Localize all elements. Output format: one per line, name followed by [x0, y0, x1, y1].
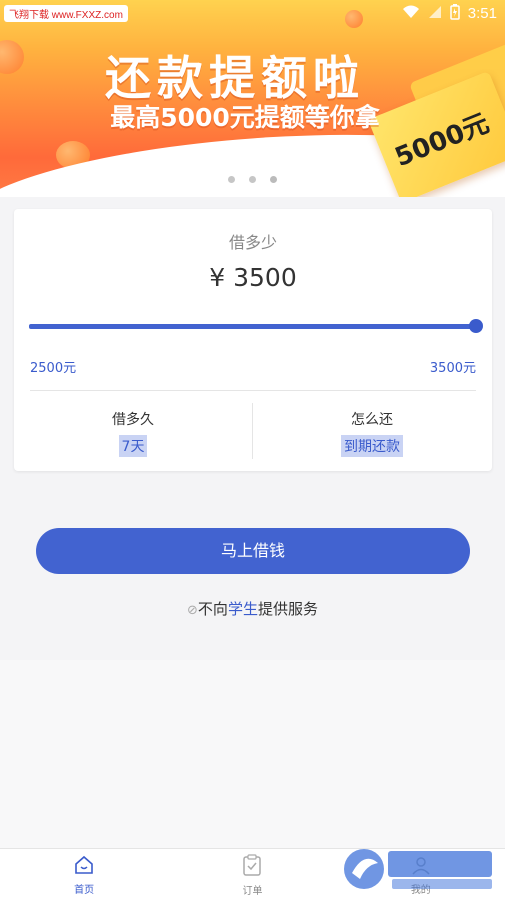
repay-method-selector[interactable]: 怎么还 到期还款 — [253, 409, 491, 457]
watermark-logo — [340, 843, 500, 893]
order-icon — [242, 853, 262, 880]
loan-amount: ¥ 3500 — [209, 263, 297, 292]
range-min-label: 2500元 — [30, 361, 77, 376]
carousel-indicator — [228, 176, 277, 183]
notice-suffix: 提供服务 — [257, 600, 318, 618]
range-max-label: 3500元 — [429, 361, 476, 376]
carousel-dot[interactable] — [228, 176, 235, 183]
divider — [30, 390, 476, 391]
prohibited-icon: ⊘ — [187, 603, 198, 618]
amount-slider-track[interactable] — [29, 324, 477, 329]
repay-method-label: 怎么还 — [351, 412, 393, 428]
loan-term-selector[interactable]: 借多久 7天 — [14, 409, 252, 457]
nav-label: 首页 — [74, 884, 95, 896]
content-background — [0, 660, 505, 848]
watermark: 飞翔下载 www.FXXZ.com — [4, 5, 128, 22]
amount-slider-handle[interactable] — [469, 319, 483, 333]
status-bar: 3:51 — [402, 4, 497, 23]
battery-icon — [450, 4, 460, 23]
borrow-now-button[interactable]: 马上借钱 — [36, 528, 470, 574]
amount-question-label: 借多少 — [228, 233, 277, 252]
carousel-dot-active[interactable] — [270, 176, 277, 183]
promo-banner[interactable]: 5000元 还款提额啦 最高5000元提额等你拿 — [0, 0, 505, 197]
repay-method-value[interactable]: 到期还款 — [341, 435, 403, 457]
home-icon — [73, 855, 95, 879]
banner-subtitle: 最高5000元提额等你拿 — [110, 103, 380, 132]
nav-item-home[interactable]: 首页 — [0, 849, 168, 901]
loan-term-label: 借多久 — [112, 412, 154, 428]
nav-label: 订单 — [242, 885, 263, 897]
signal-icon — [428, 5, 442, 22]
loan-card: 借多少 ¥ 3500 2500元 3500元 借多久 7天 怎么还 到期还款 — [14, 209, 492, 471]
student-notice: ⊘不向学生提供服务 — [0, 598, 505, 619]
wifi-icon — [402, 5, 420, 22]
status-time: 3:51 — [467, 5, 497, 22]
loan-term-value[interactable]: 7天 — [118, 435, 148, 457]
nav-item-orders[interactable]: 订单 — [168, 849, 336, 901]
carousel-dot[interactable] — [249, 176, 256, 183]
notice-prefix: 不向 — [197, 600, 228, 618]
notice-highlight: 学生 — [227, 600, 258, 618]
